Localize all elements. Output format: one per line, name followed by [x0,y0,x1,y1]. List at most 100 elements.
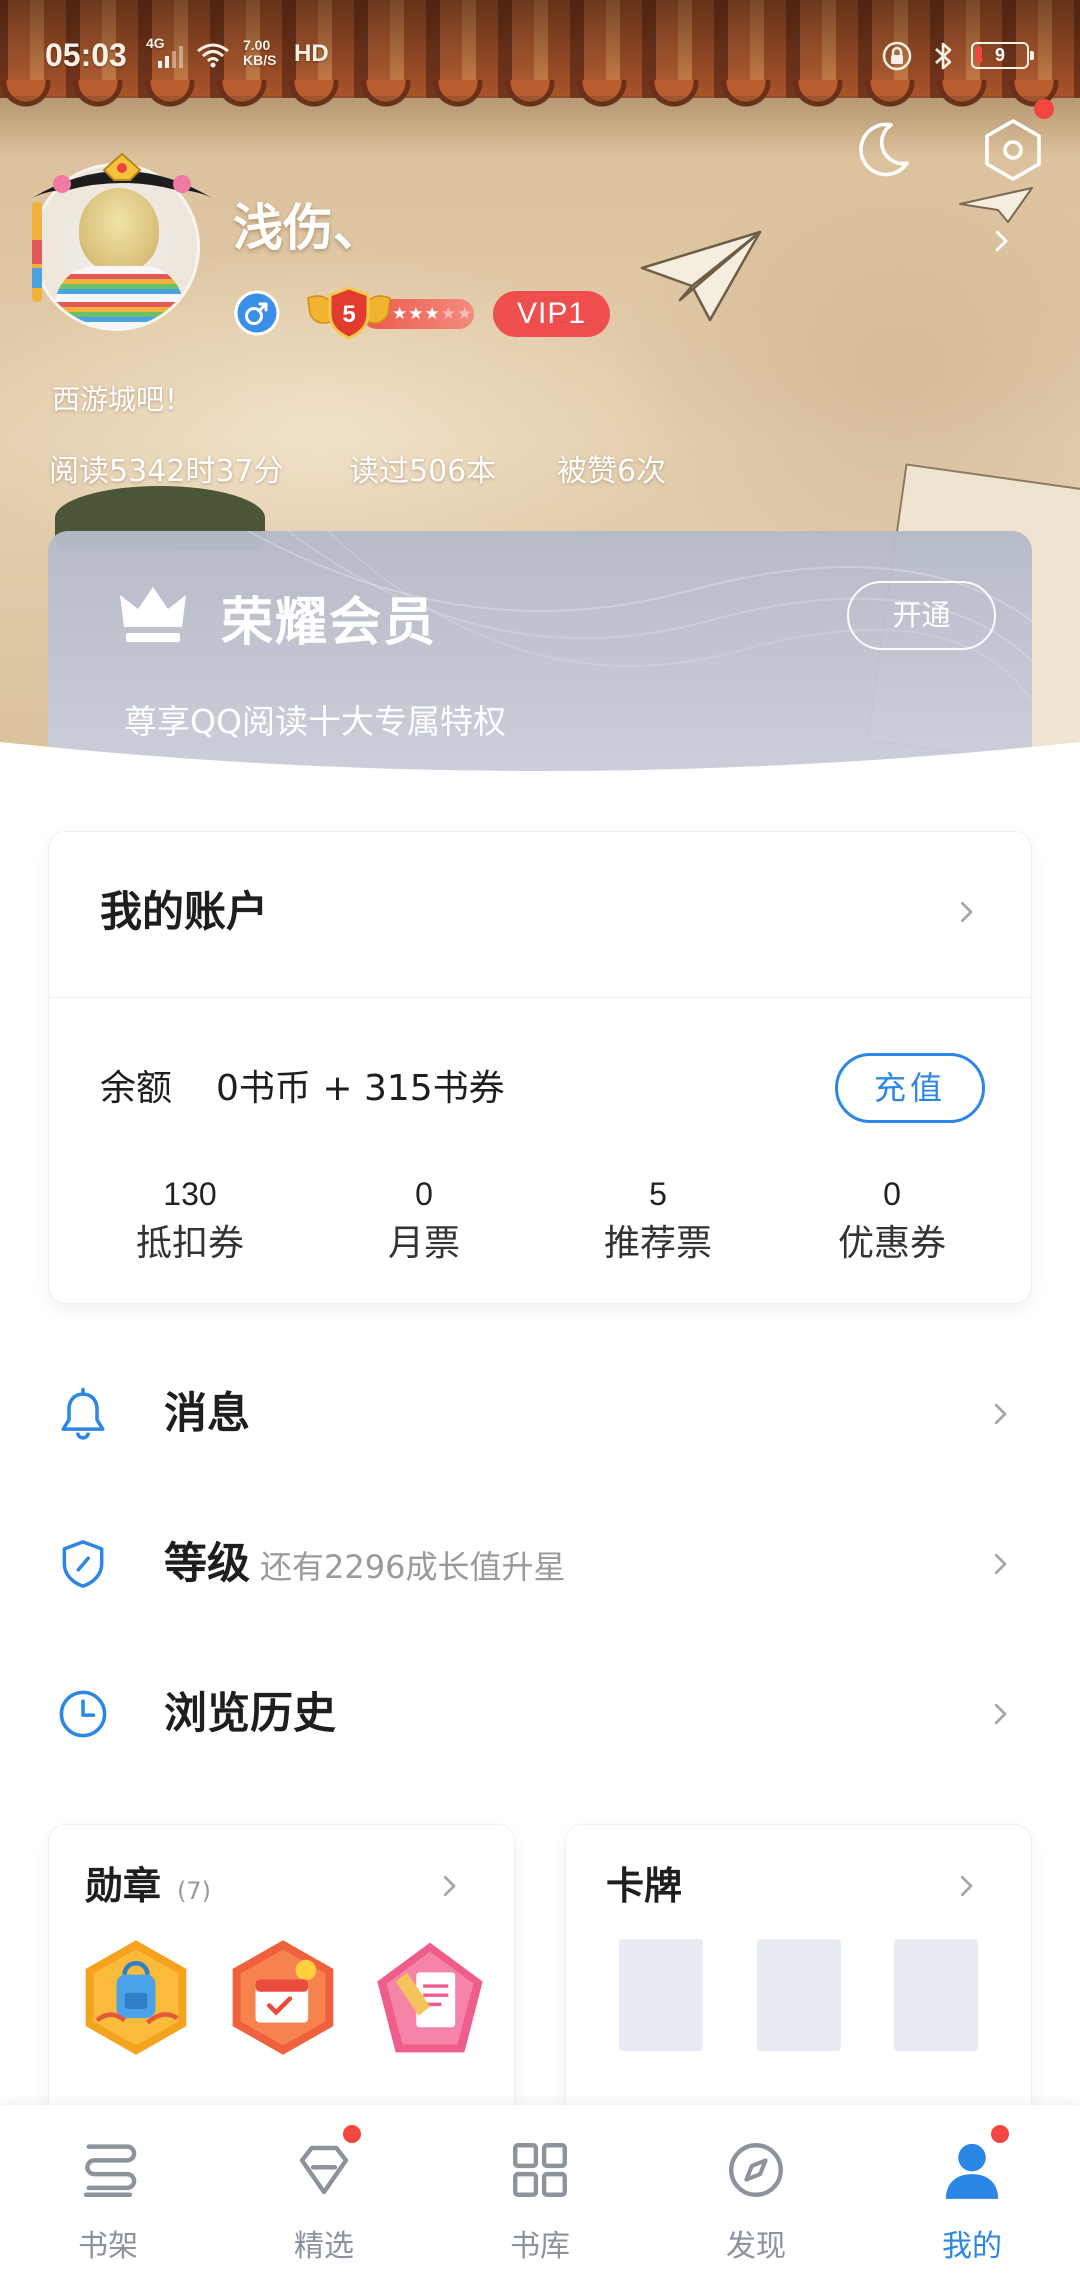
nav-label: 发现 [726,2229,786,2264]
wifi-icon [197,43,229,68]
medals-card[interactable]: 勋章 (7) [48,1824,515,2124]
card-slot[interactable] [757,1939,841,2051]
level-star: ★ [457,304,473,324]
menu-label: 浏览历史 [164,1688,346,1740]
nav-me[interactable]: 我的 [864,2105,1080,2280]
discount-coupon-stat[interactable]: 0 优惠券 [775,1172,1009,1266]
chevron-right-icon [994,1703,1007,1725]
cards-card[interactable]: 卡牌 [565,1824,1032,2124]
chevron-right-icon [994,1553,1007,1575]
card-slot[interactable] [894,1939,978,2051]
medal-calendar-icon[interactable] [225,1938,341,2057]
stat-value: 0 [415,1176,433,1212]
nav-bookshelf[interactable]: 书架 [0,2105,216,2280]
speed-value: 7.00 [243,37,271,53]
books-read-stat: 读过506本 [349,454,497,489]
profile-header: 05:03 4G 7.00 KB/S HD 9 浅伤、 ★★★★★ 5 VIP1… [0,0,1080,800]
menu-label: 消息 [164,1388,260,1440]
avatar-frame-hat [32,152,212,302]
level-star: ★ [440,304,456,324]
male-icon [234,290,280,336]
level-badge[interactable]: ★★★★★ 5 [306,284,476,342]
stat-value: 130 [163,1176,217,1212]
nav-label: 书架 [78,2229,138,2264]
nav-discover[interactable]: 发现 [648,2105,864,2280]
nav-featured[interactable]: 精选 [216,2105,432,2280]
menu-label-text: 等级 [164,1539,250,1589]
header-curve [0,742,1080,810]
signature: 西游城吧！ [52,383,193,416]
divider [49,997,1031,998]
nav-label: 我的 [942,2229,1002,2264]
stat-label: 推荐票 [603,1223,712,1264]
profile-chevron-right-icon[interactable] [986,226,1016,256]
settings-badge-dot [1034,99,1054,119]
stat-label: 月票 [387,1223,460,1264]
stat-value: 0 [883,1176,901,1212]
small-paper-plane-decoration [959,187,1033,223]
my-account-title: 我的账户 [100,887,269,936]
honor-title: 荣耀会员 [221,593,438,653]
stat-label: 优惠券 [837,1223,946,1264]
status-time: 05:03 [45,37,127,73]
medal-document-icon[interactable] [372,1938,488,2057]
medals-title: 勋章 (7) [85,1862,211,1910]
medals-count: (7) [177,1877,212,1905]
clock-icon [59,1690,107,1738]
moon-icon[interactable] [851,119,913,181]
vip-badge[interactable]: VIP1 [493,291,610,337]
menu-item-level[interactable]: 等级 还有2296成长值升星 [0,1489,1080,1639]
menu-label-text: 浏览历史 [164,1689,336,1739]
profile-icon [945,2143,999,2199]
profile-page: 05:03 4G 7.00 KB/S HD 9 浅伤、 ★★★★★ 5 VIP1… [0,0,1080,2280]
bookshelf-icon [83,2144,137,2197]
menu-label-text: 消息 [164,1389,250,1439]
level-number: 5 [342,301,355,328]
my-account-row[interactable]: 我的账户 [49,832,1033,997]
medals-title-text: 勋章 [85,1864,162,1908]
deduction-coupon-stat[interactable]: 130 抵扣券 [73,1172,307,1266]
reading-time-stat: 阅读5342时37分 [49,454,284,489]
level-star: ★ [392,304,408,324]
menu-item-messages[interactable]: 消息 [0,1339,1080,1489]
medal-backpack-icon[interactable] [78,1938,194,2057]
balance-label: 余额 [100,1068,173,1109]
menu-label: 等级 还有2296成长值升星 [164,1538,565,1590]
menu-item-history[interactable]: 浏览历史 [0,1639,1080,1789]
bottom-nav: 书架 精选 书库 发现 我的 [0,2105,1080,2280]
nav-badge-dot [989,2123,1011,2145]
battery-icon: 9 [971,42,1034,69]
nav-label: 书库 [510,2229,570,2264]
speed-unit: KB/S [243,52,277,68]
nav-library[interactable]: 书库 [432,2105,648,2280]
recommend-ticket-stat[interactable]: 5 推荐票 [541,1172,775,1266]
battery-percent: 9 [994,45,1005,65]
recharge-button[interactable]: 充值 [835,1053,985,1123]
signal-icon [158,46,183,68]
cards-title: 卡牌 [606,1864,683,1908]
network-speed: 7.00 KB/S [243,38,276,68]
paper-plane-decoration [640,230,762,322]
card-slot[interactable] [619,1939,703,2051]
gem-icon [299,2145,349,2195]
level-shield-icon: 5 [307,286,391,340]
bell-icon [61,1387,105,1440]
username: 浅伤、 [233,199,383,257]
stat-label: 抵扣券 [135,1223,244,1264]
level-star: ★ [424,304,440,324]
compass-icon [729,2143,783,2197]
rotation-lock-icon [882,41,912,71]
bluetooth-icon [935,42,952,70]
menu-hint: 还有2296成长值升星 [260,1548,566,1586]
hd-indicator: HD [294,40,329,67]
open-membership-button[interactable]: 开通 [847,581,996,650]
monthly-ticket-stat[interactable]: 0 月票 [307,1172,541,1266]
likes-stat: 被赞6次 [557,454,667,489]
shield-icon [62,1540,104,1588]
stat-value: 5 [649,1176,667,1212]
settings-hexagon-icon[interactable] [982,118,1044,182]
balance-value: 0书币 + 315书券 [216,1068,505,1109]
chevron-right-icon [960,901,973,923]
nav-label: 精选 [294,2229,354,2264]
account-card: 我的账户 余额 0书币 + 315书券 充值 130 抵扣券 0 月票 5 推荐… [48,831,1032,1304]
